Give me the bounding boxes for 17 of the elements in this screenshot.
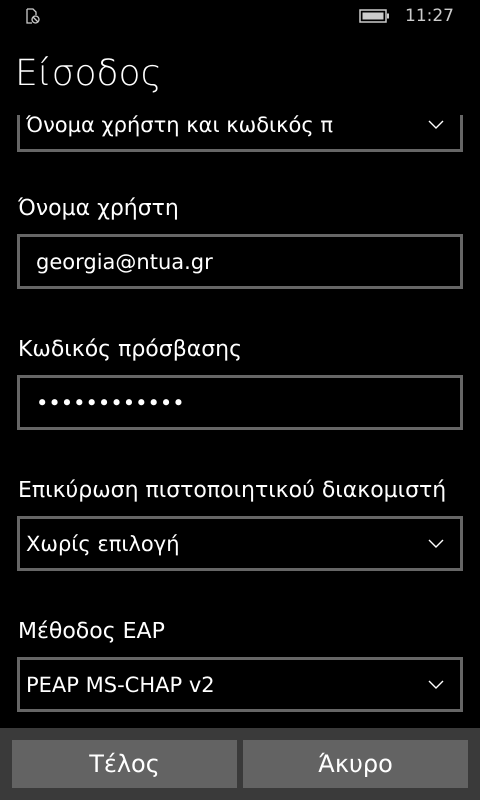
field-label: Κωδικός πρόσβασης <box>17 336 244 364</box>
no-sim-icon <box>26 8 40 24</box>
status-time: 11:27 <box>405 6 454 26</box>
battery-icon <box>359 9 391 23</box>
chevron-icon <box>428 120 444 130</box>
app-bar-button[interactable]: Άκυρο <box>243 740 468 788</box>
field-label: Μέθοδος EAP <box>17 618 166 646</box>
dropdown[interactable]: PEAP MS-CHAP v2 <box>17 657 463 712</box>
field-label: Όνομα χρήστη <box>17 195 180 223</box>
dropdown[interactable]: Χωρίς επιλογή <box>17 516 463 571</box>
input-field[interactable]: georgia@ntua.gr <box>17 234 463 289</box>
field-label: Επικύρωση πιστοποιητικού διακομιστή <box>17 477 448 505</box>
chevron-icon <box>428 680 444 690</box>
chevron-icon <box>428 538 444 548</box>
app-bar-button[interactable]: Τέλος <box>12 740 237 788</box>
input-field[interactable]: •••••••••••• <box>17 375 463 430</box>
dropdown[interactable]: Όνομα χρήστη και κωδικός π <box>17 115 463 152</box>
